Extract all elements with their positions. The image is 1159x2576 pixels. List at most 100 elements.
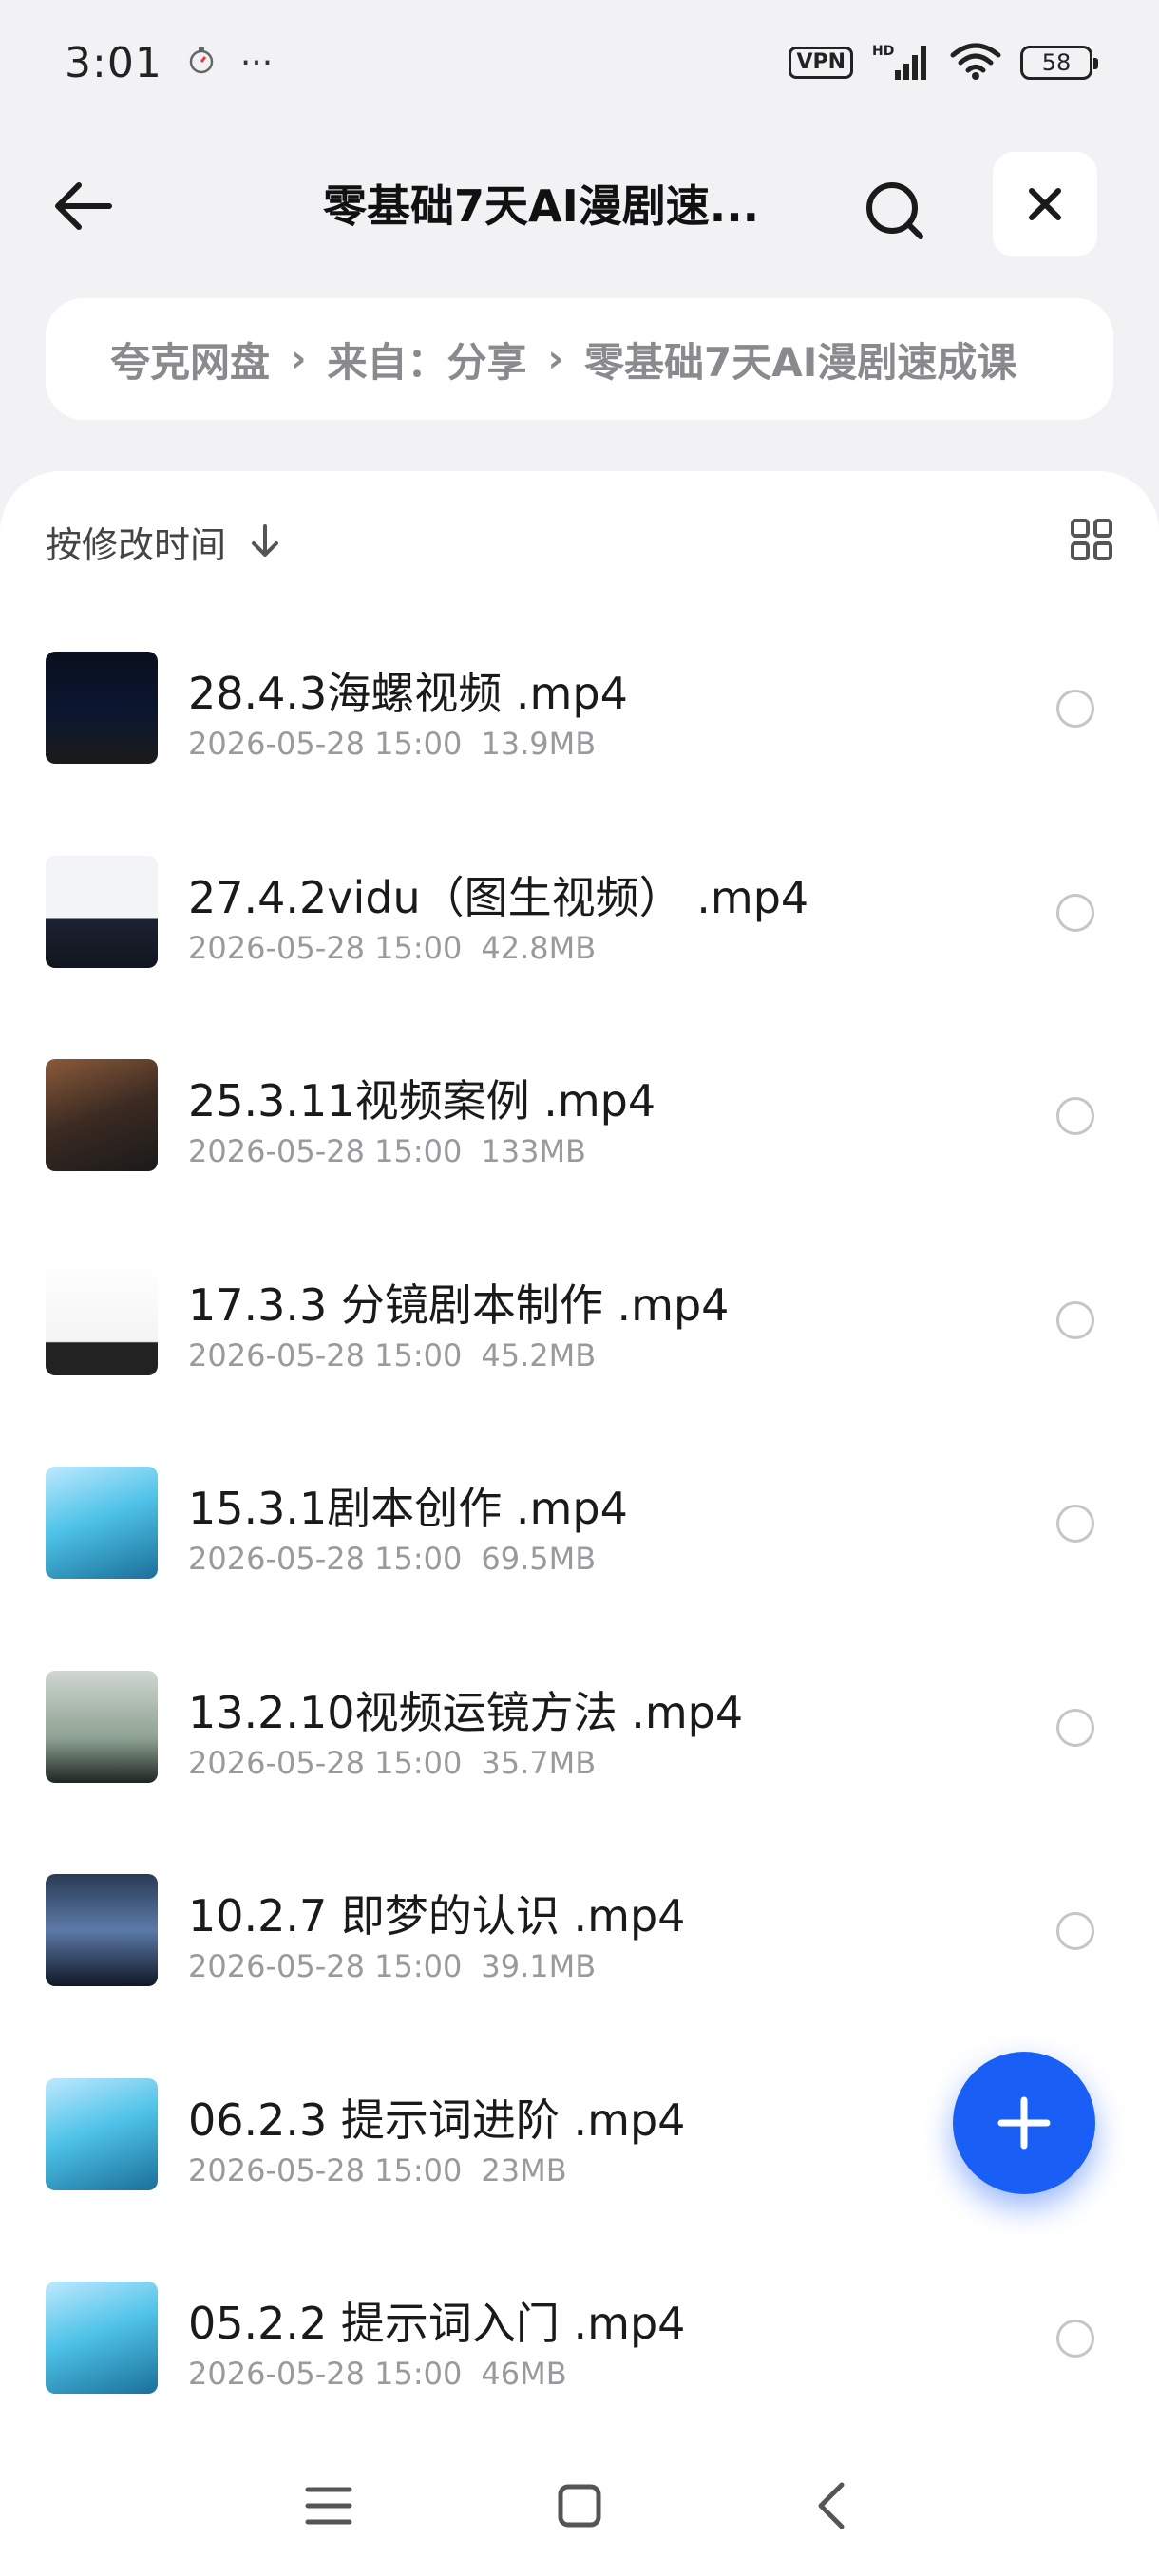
back-button[interactable] (49, 173, 116, 239)
add-button[interactable] (953, 2052, 1095, 2194)
file-meta: 2026-05-28 15:00 133MB (188, 1133, 586, 1169)
file-size: 133MB (481, 1133, 586, 1169)
file-name: 28.4.3海螺视频 .mp4 (188, 668, 628, 719)
file-size: 23MB (481, 2151, 567, 2188)
select-radio[interactable] (1056, 1505, 1094, 1543)
file-name: 15.3.1剧本创作 .mp4 (188, 1483, 628, 1534)
file-name: 27.4.2vidu（图生视频） .mp4 (188, 871, 809, 923)
list-item[interactable]: 25.3.11视频案例 .mp4 2026-05-28 15:00 133MB (0, 1059, 1159, 1263)
file-meta: 2026-05-28 15:00 45.2MB (188, 1337, 596, 1373)
select-radio[interactable] (1056, 1708, 1094, 1747)
search-icon (866, 182, 923, 239)
video-thumbnail (46, 1262, 158, 1375)
video-thumbnail (46, 2077, 158, 2190)
home-square-icon (558, 2484, 601, 2528)
breadcrumb-item-share[interactable]: 来自：分享 (328, 331, 527, 388)
recent-apps-button[interactable] (291, 2468, 367, 2544)
breadcrumb: 夸克网盘 › 来自：分享 › 零基础7天AI漫剧速成课 (46, 298, 1113, 420)
file-meta: 2026-05-28 15:00 39.1MB (188, 1948, 596, 1984)
file-meta: 2026-05-28 15:00 23MB (188, 2152, 567, 2188)
video-thumbnail (46, 652, 158, 764)
list-item[interactable]: 13.2.10视频运镜方法 .mp4 2026-05-28 15:00 35.7M… (0, 1670, 1159, 1875)
file-list-panel: 按修改时间 28.4.3海螺视频 .mp4 2026-05-28 15:00 13… (0, 471, 1159, 2576)
file-name: 25.3.11视频案例 .mp4 (188, 1075, 656, 1127)
file-size: 69.5MB (481, 1541, 597, 1577)
file-meta: 2026-05-28 15:00 42.8MB (188, 930, 596, 966)
select-radio[interactable] (1056, 1912, 1094, 1950)
file-date: 2026-05-28 15:00 (188, 929, 463, 966)
select-radio[interactable] (1056, 690, 1094, 728)
signal-icon: HD (872, 42, 931, 84)
file-meta: 2026-05-28 15:00 35.7MB (188, 1745, 596, 1781)
select-radio[interactable] (1056, 1097, 1094, 1135)
home-button[interactable] (542, 2468, 618, 2544)
file-size: 46MB (481, 2356, 567, 2392)
file-size: 42.8MB (481, 929, 597, 966)
close-button[interactable] (993, 152, 1097, 256)
video-thumbnail (46, 1059, 158, 1171)
list-item[interactable]: 15.3.1剧本创作 .mp4 2026-05-28 15:00 69.5MB (0, 1467, 1159, 1671)
file-meta: 2026-05-28 15:00 46MB (188, 2356, 567, 2392)
file-name: 10.2.7 即梦的认识 .mp4 (188, 1890, 686, 1941)
list-item[interactable]: 27.4.2vidu（图生视频） .mp4 2026-05-28 15:00 42… (0, 855, 1159, 1060)
video-thumbnail (46, 855, 158, 968)
file-date: 2026-05-28 15:00 (188, 1948, 463, 1984)
sort-toggle[interactable]: 按修改时间 (46, 516, 281, 568)
breadcrumb-item-root[interactable]: 夸克网盘 (110, 331, 270, 388)
file-name: 05.2.2 提示词入门 .mp4 (188, 2298, 686, 2349)
file-date: 2026-05-28 15:00 (188, 726, 463, 762)
file-date: 2026-05-28 15:00 (188, 1744, 463, 1781)
status-time: 3:01 (65, 38, 162, 87)
file-size: 35.7MB (481, 1744, 597, 1781)
file-name: 06.2.3 提示词进阶 .mp4 (188, 2093, 686, 2146)
list-item[interactable]: 10.2.7 即梦的认识 .mp4 2026-05-28 15:00 39.1MB (0, 1874, 1159, 2078)
file-date: 2026-05-28 15:00 (188, 1336, 463, 1373)
arrow-down-icon (252, 524, 279, 557)
file-date: 2026-05-28 15:00 (188, 2151, 463, 2188)
chevron-left-icon (818, 2482, 845, 2529)
select-radio[interactable] (1056, 893, 1094, 932)
file-size: 13.9MB (481, 726, 597, 762)
sort-label: 按修改时间 (46, 523, 227, 566)
arrow-left-icon (55, 182, 112, 230)
file-date: 2026-05-28 15:00 (188, 1541, 463, 1577)
video-thumbnail (46, 1874, 158, 1986)
file-meta: 2026-05-28 15:00 13.9MB (188, 726, 596, 762)
grid-view-icon (1071, 519, 1112, 560)
file-size: 45.2MB (481, 1336, 597, 1373)
status-left: 3:01 ··· (65, 39, 273, 87)
svg-text:HD: HD (872, 44, 894, 59)
video-thumbnail (46, 2282, 158, 2394)
video-thumbnail (46, 1670, 158, 1783)
list-item[interactable]: 17.3.3 分镜剧本制作 .mp4 2026-05-28 15:00 45.2M… (0, 1262, 1159, 1468)
search-button[interactable] (855, 171, 935, 251)
chevron-right-icon: › (291, 337, 307, 381)
grid-view-button[interactable] (1070, 518, 1113, 565)
sort-row: 按修改时间 (46, 513, 1113, 570)
more-notifications-icon: ··· (239, 43, 274, 83)
chevron-right-icon: › (547, 337, 563, 381)
header: 零基础7天AI漫剧速... (0, 152, 1159, 256)
close-icon (1029, 188, 1061, 220)
select-radio[interactable] (1056, 2320, 1094, 2358)
list-item[interactable]: 28.4.3海螺视频 .mp4 2026-05-28 15:00 13.9MB (0, 652, 1159, 856)
status-bar: 3:01 ··· VPN HD 58 (0, 0, 1159, 125)
system-nav-bar (0, 2441, 1159, 2576)
menu-icon (305, 2487, 352, 2525)
file-size: 39.1MB (481, 1948, 597, 1984)
battery-indicator: 58 (1020, 46, 1098, 80)
file-meta: 2026-05-28 15:00 69.5MB (188, 1541, 596, 1577)
select-radio[interactable] (1056, 1300, 1094, 1339)
video-thumbnail (46, 1467, 158, 1579)
status-right: VPN HD 58 (788, 42, 1098, 84)
system-back-button[interactable] (792, 2468, 868, 2544)
plus-icon (998, 2096, 1051, 2150)
file-name: 17.3.3 分镜剧本制作 .mp4 (188, 1279, 730, 1331)
breadcrumb-item-current[interactable]: 零基础7天AI漫剧速成课 (584, 331, 1016, 388)
file-name: 13.2.10视频运镜方法 .mp4 (188, 1686, 744, 1738)
wifi-icon (950, 42, 1001, 84)
file-list: 28.4.3海螺视频 .mp4 2026-05-28 15:00 13.9MB 2… (0, 652, 1159, 2486)
page-title: 零基础7天AI漫剧速... (323, 180, 760, 232)
timer-icon (187, 47, 216, 79)
vpn-badge: VPN (788, 47, 853, 79)
